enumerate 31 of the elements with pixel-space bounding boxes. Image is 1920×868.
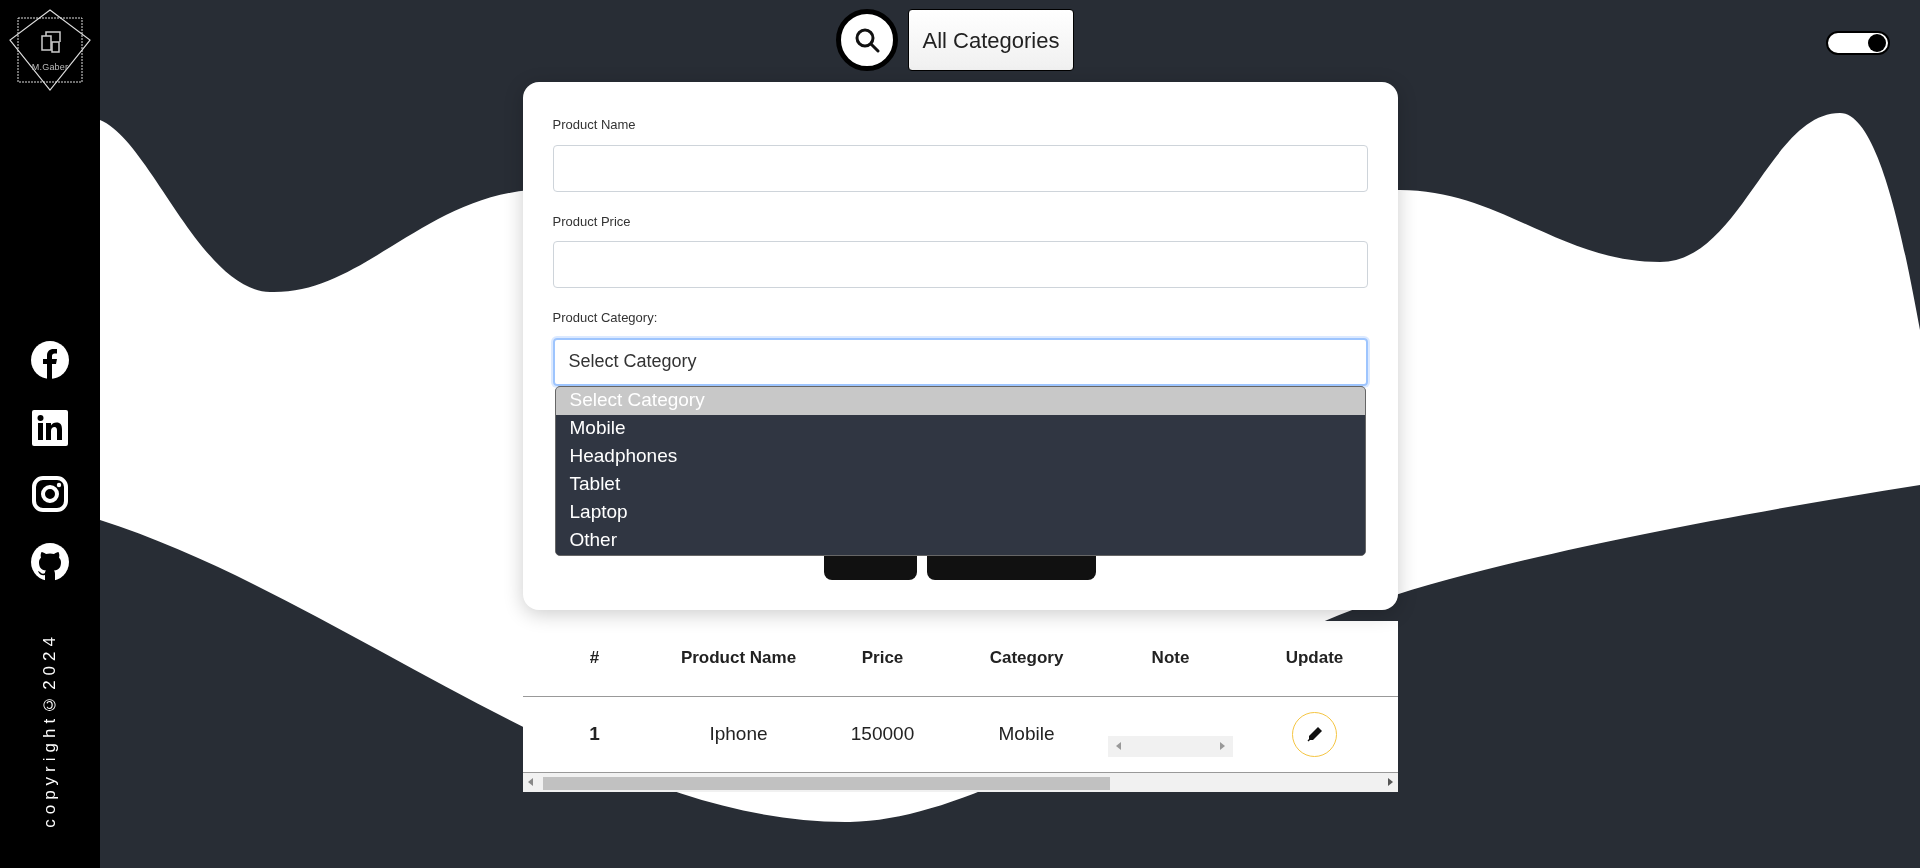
logo-text: M.Gaber — [30, 61, 70, 74]
input-field[interactable] — [552, 241, 1368, 288]
github-icon[interactable] — [30, 542, 70, 582]
copyright-text: copyright©2024 — [39, 632, 61, 828]
instagram-icon[interactable] — [32, 476, 68, 512]
column-header: Update — [1284, 647, 1345, 670]
search-icon — [853, 27, 880, 53]
table-cell-text: Mobile — [998, 721, 1055, 746]
facebook-icon[interactable] — [30, 340, 70, 380]
horizontal-scrollbar[interactable] — [522, 771, 1398, 792]
scroll-left-icon[interactable] — [527, 778, 533, 786]
column-header: Price — [860, 647, 905, 670]
table-cell-text: 1 — [589, 721, 600, 746]
table-cell-text: 150000 — [850, 721, 915, 746]
column-header: Category — [988, 647, 1065, 670]
field-label: Product Category: — [552, 309, 659, 327]
edit-button[interactable] — [1292, 711, 1337, 757]
scroll-right-icon[interactable] — [1387, 778, 1393, 786]
input-field[interactable] — [552, 144, 1368, 192]
scrollbar-thumb[interactable] — [542, 776, 1110, 790]
field-label: Product Price — [552, 212, 632, 231]
linkedin-icon[interactable] — [32, 410, 68, 446]
theme-toggle[interactable] — [1826, 31, 1890, 55]
field-label: Product Name — [552, 116, 637, 134]
pen-icon — [1306, 726, 1323, 742]
column-header: # — [588, 647, 601, 670]
category-select[interactable]: Select Category — [552, 337, 1368, 386]
column-header: Product Name — [679, 647, 798, 670]
category-filter-dropdown[interactable]: All Categories — [907, 9, 1075, 71]
table-cell-text: Iphone — [709, 721, 768, 746]
column-header: Note — [1150, 647, 1191, 670]
